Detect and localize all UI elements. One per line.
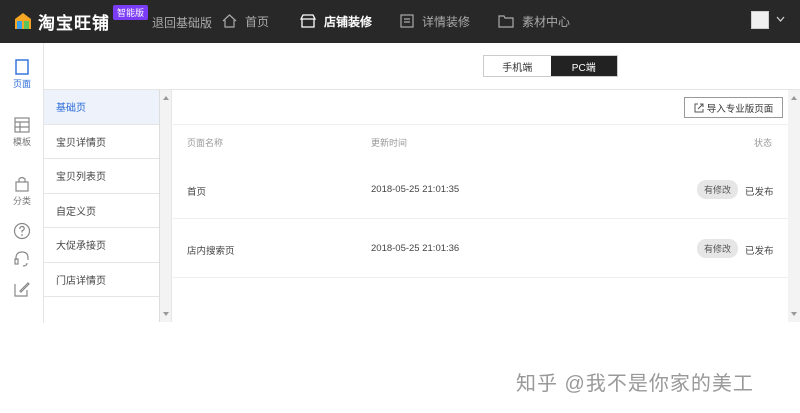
nav-material-center[interactable]: 素材中心	[498, 11, 570, 31]
status-text: 已发布	[745, 187, 774, 198]
page-type-custom[interactable]: 自定义页	[44, 194, 159, 228]
edition-badge: 智能版	[113, 5, 149, 20]
modified-badge: 有修改	[697, 180, 739, 199]
page-type-store-detail[interactable]: 门店详情页	[44, 263, 159, 297]
scroll-up-icon[interactable]	[163, 96, 169, 100]
rail-template-label: 模板	[12, 137, 31, 147]
device-toggle: 手机端 PC端	[483, 55, 618, 77]
modified-badge: 有修改	[697, 239, 739, 258]
nav-detail-decoration[interactable]: 详情装修	[400, 11, 470, 31]
edit-icon[interactable]	[13, 280, 31, 298]
nav-material-label: 素材中心	[522, 14, 571, 29]
divider	[173, 124, 788, 125]
scroll-down-icon[interactable]	[791, 312, 797, 316]
page-type-list: 基础页 宝贝详情页 宝贝列表页 自定义页 大促承接页 门店详情页	[44, 90, 160, 322]
mobile-tab[interactable]: 手机端	[484, 56, 551, 76]
logo-text: 淘宝旺铺	[38, 13, 110, 33]
table-row[interactable]: 店内搜索页 2018-05-25 21:01:36 有修改 已发布	[173, 219, 788, 278]
nav-home[interactable]: 首页	[222, 11, 269, 31]
page-type-item-list[interactable]: 宝贝列表页	[44, 159, 159, 194]
page-icon	[15, 59, 29, 75]
page-name: 首页	[187, 187, 207, 198]
page-name: 店内搜索页	[187, 246, 235, 257]
support-icon[interactable]	[13, 250, 31, 268]
template-icon	[14, 117, 30, 133]
back-to-basic-link[interactable]: 退回基础版	[152, 14, 212, 31]
rail-item-template[interactable]: 模板	[0, 117, 44, 148]
left-rail: 页面 模板 分类	[0, 43, 44, 323]
nav-store-decoration[interactable]: 店铺装修	[300, 11, 372, 31]
column-header-status: 状态	[754, 138, 773, 148]
page-type-basic[interactable]: 基础页	[44, 90, 159, 125]
column-header-time: 更新时间	[371, 138, 408, 148]
scroll-up-icon[interactable]	[791, 96, 797, 100]
nav-store-label: 店铺装修	[324, 14, 373, 29]
detail-icon	[400, 14, 414, 28]
help-icon[interactable]	[13, 222, 31, 240]
update-time: 2018-05-25 21:01:36	[371, 243, 460, 254]
column-header-name: 页面名称	[187, 138, 224, 148]
rail-category-label: 分类	[12, 196, 31, 206]
folder-icon	[498, 15, 514, 28]
import-icon	[694, 103, 704, 112]
content-scrollbar[interactable]	[788, 90, 800, 322]
page-type-promotion[interactable]: 大促承接页	[44, 228, 159, 263]
nav-detail-label: 详情装修	[422, 14, 471, 29]
logo[interactable]: 淘宝旺铺	[14, 8, 110, 34]
pc-tab[interactable]: PC端	[550, 56, 617, 76]
chevron-down-icon[interactable]	[776, 16, 785, 22]
rail-item-category[interactable]: 分类	[0, 176, 44, 207]
status-text: 已发布	[745, 246, 774, 257]
rail-page-label: 页面	[12, 79, 31, 89]
rail-item-page[interactable]: 页面	[0, 59, 44, 90]
scroll-down-icon[interactable]	[163, 312, 169, 316]
nav-home-label: 首页	[245, 14, 270, 29]
taobao-logo-icon	[14, 12, 32, 30]
page-type-item-detail[interactable]: 宝贝详情页	[44, 125, 159, 159]
category-icon	[15, 176, 29, 192]
watermark: 知乎 @我不是你家的美工	[516, 373, 754, 395]
store-icon	[300, 14, 316, 28]
import-pro-page-button[interactable]: 导入专业版页面	[684, 97, 783, 118]
home-icon	[222, 14, 237, 28]
avatar[interactable]	[751, 11, 769, 29]
top-bar: 淘宝旺铺 智能版 退回基础版 首页 店铺装修 详情装修 素材中心	[0, 0, 800, 43]
table-row[interactable]: 首页 2018-05-25 21:01:35 有修改 已发布	[173, 160, 788, 219]
import-button-label: 导入专业版页面	[706, 103, 774, 115]
list-scrollbar[interactable]	[160, 90, 172, 322]
update-time: 2018-05-25 21:01:35	[371, 184, 460, 195]
